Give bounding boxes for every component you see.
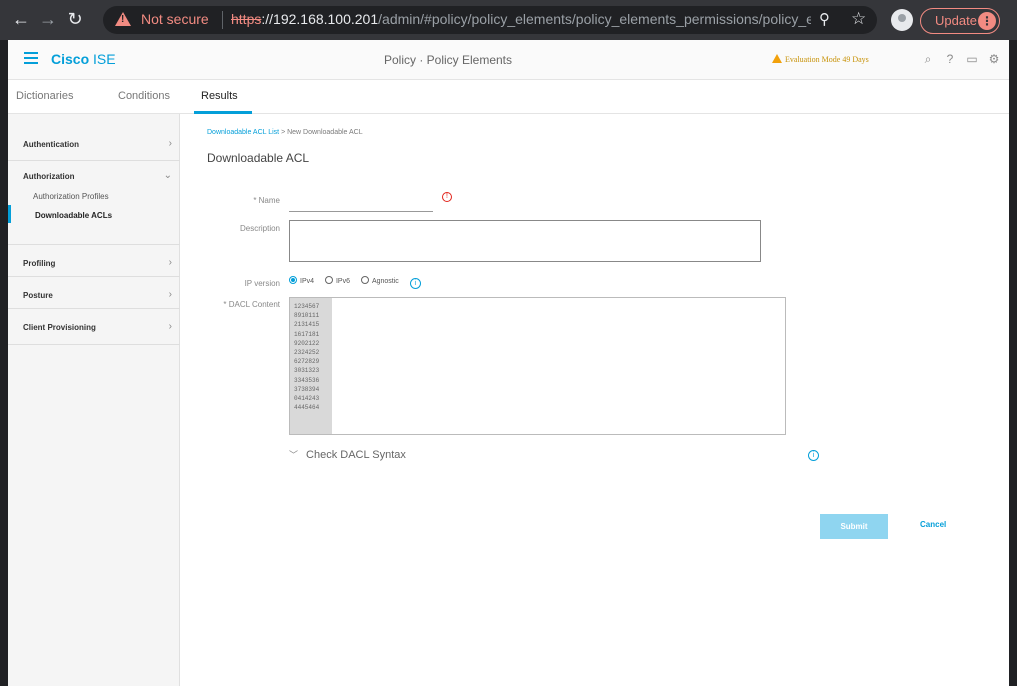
address-separator bbox=[222, 11, 223, 29]
agnostic-radio[interactable] bbox=[360, 276, 369, 284]
help-icon[interactable]: ? bbox=[943, 52, 957, 66]
line-number: 9202122 bbox=[294, 339, 320, 347]
description-textarea[interactable] bbox=[289, 220, 761, 262]
update-button[interactable]: Update ⋮ bbox=[920, 8, 1000, 34]
more-menu-icon[interactable]: ⋮ bbox=[978, 12, 996, 30]
submit-button[interactable]: Submit bbox=[820, 514, 888, 539]
search-icon[interactable]: ⌕ bbox=[921, 52, 935, 66]
content-panel: Downloadable ACL List > New Downloadable… bbox=[180, 114, 1009, 686]
dacl-content-label: * DACL Content bbox=[223, 300, 280, 309]
line-number: 6272829 bbox=[294, 358, 320, 366]
name-input[interactable] bbox=[289, 194, 433, 212]
sidebar-item-authorization-profiles[interactable]: Authorization Profiles bbox=[33, 192, 109, 201]
sidebar-item-downloadable-acls[interactable]: Downloadable ACLs bbox=[35, 211, 112, 220]
address-bar[interactable]: Not secure https://192.168.100.201/admin… bbox=[103, 6, 877, 34]
check-dacl-syntax-toggle[interactable]: ﹀ Check DACL Syntax bbox=[289, 448, 406, 461]
zoom-icon[interactable]: ⚲ bbox=[819, 10, 830, 28]
sidebar-item-profiling[interactable]: Profiling › bbox=[8, 245, 180, 277]
description-label: Description bbox=[239, 224, 280, 233]
top-tabs: Dictionaries Conditions Results bbox=[8, 80, 1009, 114]
breadcrumb: Downloadable ACL List > New Downloadable… bbox=[207, 129, 363, 136]
info-icon[interactable]: i bbox=[808, 450, 819, 461]
forward-arrow-icon[interactable]: → bbox=[35, 6, 61, 32]
line-number-gutter: 1234567 8910111 2131415 1617181 9202122 23242… bbox=[290, 298, 332, 434]
tab-results[interactable]: Results bbox=[201, 90, 238, 102]
warning-icon bbox=[772, 54, 782, 63]
page-header-title: Policy · Policy Elements bbox=[383, 53, 513, 67]
context-visibility-icon[interactable]: ▭ bbox=[965, 52, 979, 66]
warning-icon bbox=[115, 12, 131, 26]
sidebar-item-posture[interactable]: Posture › bbox=[8, 277, 180, 309]
line-number: 8910111 bbox=[294, 312, 320, 320]
chevron-right-icon: › bbox=[168, 321, 172, 332]
chevron-down-icon: ﹀ bbox=[289, 450, 299, 460]
line-number: 1617181 bbox=[294, 330, 320, 338]
back-arrow-icon[interactable]: ← bbox=[8, 6, 34, 32]
sidebar: Authentication › Authorization ⌄ Authori… bbox=[8, 114, 180, 686]
chevron-right-icon: › bbox=[168, 138, 172, 149]
evaluation-mode-notice[interactable]: Evaluation Mode 49 Days bbox=[772, 54, 869, 64]
ipv4-radio[interactable] bbox=[289, 276, 297, 284]
cancel-button[interactable]: Cancel bbox=[920, 520, 946, 529]
profile-avatar[interactable] bbox=[891, 9, 913, 31]
line-number: 1234567 bbox=[294, 303, 320, 310]
name-label: * Name bbox=[253, 196, 280, 205]
tab-dictionaries[interactable]: Dictionaries bbox=[16, 90, 73, 102]
sidebar-group-authorization: Authorization ⌄ Authorization Profiles D… bbox=[8, 161, 180, 245]
ip-version-options: IPv4 IPv6 Agnostic i bbox=[289, 276, 421, 289]
not-secure-label[interactable]: Not secure bbox=[141, 11, 209, 27]
app-header: Cisco ISE Policy · Policy Elements Evalu… bbox=[8, 40, 1009, 80]
line-number: 2324252 bbox=[294, 348, 320, 356]
line-number: 3343536 bbox=[294, 376, 320, 384]
breadcrumb-link[interactable]: Downloadable ACL List bbox=[207, 129, 279, 136]
dacl-content-editor[interactable]: 1234567 8910111 2131415 1617181 9202122 23242… bbox=[289, 297, 786, 435]
chevron-right-icon: › bbox=[168, 257, 172, 268]
sidebar-active-indicator bbox=[8, 205, 11, 223]
url-text[interactable]: https://192.168.100.201/admin/#policy/po… bbox=[231, 11, 811, 27]
line-number: 3031323 bbox=[294, 367, 320, 375]
bookmark-star-icon[interactable]: ☆ bbox=[851, 9, 866, 29]
line-number: 0414243 bbox=[294, 394, 320, 402]
chevron-right-icon: › bbox=[168, 289, 172, 300]
reload-icon[interactable]: ↻ bbox=[62, 6, 88, 32]
tab-conditions[interactable]: Conditions bbox=[118, 90, 170, 102]
main-area: Authentication › Authorization ⌄ Authori… bbox=[8, 114, 1009, 686]
gear-icon[interactable]: ⚙ bbox=[987, 52, 1001, 66]
chevron-down-icon[interactable]: ⌄ bbox=[164, 170, 172, 181]
info-icon[interactable]: i bbox=[409, 278, 421, 289]
line-number: 2131415 bbox=[294, 321, 320, 329]
ipv6-radio[interactable] bbox=[324, 276, 333, 284]
sidebar-item-client-provisioning[interactable]: Client Provisioning › bbox=[8, 309, 180, 345]
breadcrumb-current: New Downloadable ACL bbox=[287, 129, 363, 136]
sidebar-item-authorization[interactable]: Authorization bbox=[23, 172, 75, 181]
browser-toolbar: ← → ↻ Not secure https://192.168.100.201… bbox=[0, 0, 1017, 40]
error-icon: ! bbox=[442, 192, 452, 202]
sidebar-item-authentication[interactable]: Authentication › bbox=[8, 129, 180, 161]
line-number: 3738394 bbox=[294, 385, 320, 393]
line-number: 4445464 bbox=[294, 404, 320, 412]
ip-version-label: IP version bbox=[244, 279, 280, 288]
page-title: Downloadable ACL bbox=[207, 151, 310, 165]
